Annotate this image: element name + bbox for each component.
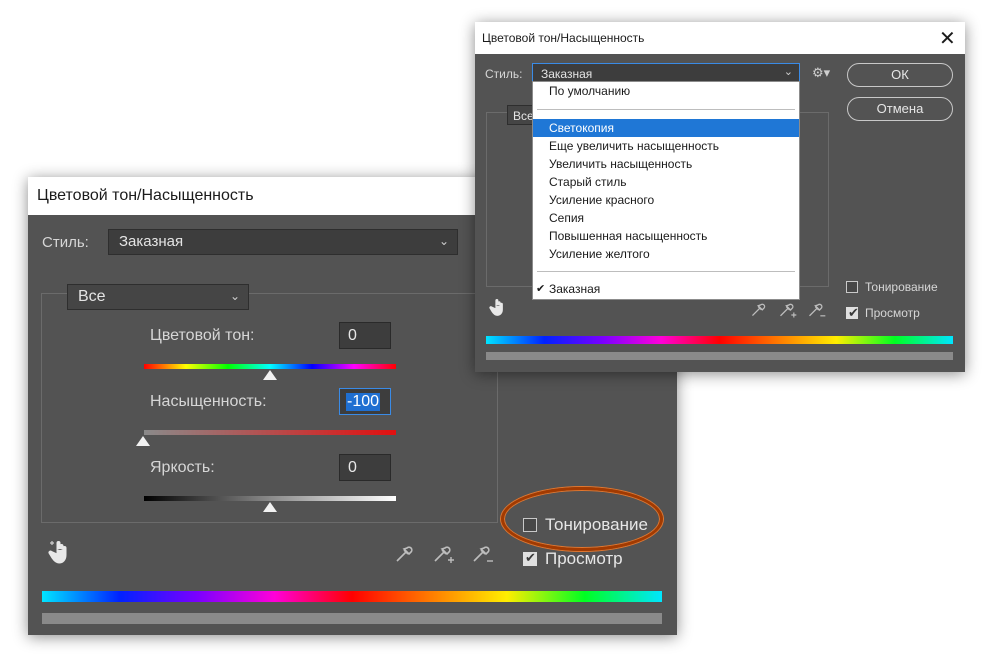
eyedropper-plus-icon[interactable] <box>432 542 456 566</box>
cancel-button[interactable]: Отмена <box>847 97 953 121</box>
dropdown-item-preset[interactable]: Усиление желтого <box>533 245 799 263</box>
back-style-select[interactable]: Заказная ⌄ <box>108 229 458 255</box>
back-style-label: Стиль: <box>42 234 89 251</box>
ok-button-label: ОК <box>891 67 909 82</box>
front-dialog: Цветовой тон/Насыщенность ✕ Стиль: Заказ… <box>475 22 965 372</box>
colorize-highlight-ring <box>501 487 663 551</box>
eyedropper-minus-icon[interactable] <box>807 300 827 320</box>
lightness-value: 0 <box>348 459 357 476</box>
dropdown-item-preset[interactable]: Еще увеличить насыщенность <box>533 137 799 155</box>
front-dialog-title: Цветовой тон/Насыщенность <box>482 31 645 45</box>
chevron-down-icon: ⌄ <box>438 234 449 248</box>
chevron-down-icon: ⌄ <box>783 66 793 78</box>
front-style-label: Стиль: <box>485 67 523 81</box>
saturation-value: -100 <box>346 393 381 411</box>
close-icon[interactable]: ✕ <box>939 26 956 51</box>
lightness-input[interactable]: 0 <box>339 454 391 481</box>
dropdown-item-preset[interactable]: Увеличить насыщенность <box>533 155 799 173</box>
dropdown-separator <box>537 271 795 272</box>
hue-value: 0 <box>348 327 357 344</box>
saturation-input[interactable]: -100 <box>339 388 391 415</box>
hue-label: Цветовой тон: <box>150 327 255 344</box>
dropdown-item-default[interactable]: По умолчанию <box>533 82 799 100</box>
front-style-value: Заказная <box>541 67 593 81</box>
front-result-bar <box>486 352 953 360</box>
eyedropper-plus-icon[interactable] <box>778 300 798 320</box>
hue-slider-track[interactable] <box>144 364 396 369</box>
hand-target-icon[interactable] <box>48 540 72 566</box>
dropdown-item-preset[interactable]: Сепия <box>533 209 799 227</box>
dropdown-item-preset[interactable]: Повышенная насыщенность <box>533 227 799 245</box>
back-adjust-group <box>41 293 498 523</box>
back-preview-label[interactable]: Просмотр <box>545 549 623 569</box>
back-preview-checkbox[interactable] <box>523 550 537 566</box>
saturation-slider-track[interactable] <box>144 430 396 435</box>
front-spectrum-bar <box>486 336 953 344</box>
dropdown-item-preset[interactable]: Усиление красного <box>533 191 799 209</box>
saturation-slider-thumb[interactable] <box>136 436 150 446</box>
front-preview-label[interactable]: Просмотр <box>865 306 920 320</box>
hue-input[interactable]: 0 <box>339 322 391 349</box>
back-spectrum-bar <box>42 591 662 602</box>
lightness-slider-track[interactable] <box>144 496 396 501</box>
dropdown-item-preset[interactable]: Старый стиль <box>533 173 799 191</box>
front-preview-checkbox[interactable] <box>846 305 859 321</box>
saturation-label: Насыщенность: <box>150 393 267 410</box>
back-result-bar <box>42 613 662 624</box>
gear-icon[interactable]: ⚙▾ <box>812 65 830 81</box>
front-dialog-titlebar: Цветовой тон/Насыщенность ✕ <box>475 22 965 54</box>
eyedropper-icon[interactable] <box>750 300 768 318</box>
hand-target-icon[interactable] <box>489 298 507 318</box>
lightness-label: Яркость: <box>150 459 215 476</box>
hue-slider-thumb[interactable] <box>263 370 277 380</box>
back-channel-select[interactable]: Все ⌄ <box>67 284 249 310</box>
cancel-button-label: Отмена <box>876 101 924 116</box>
lightness-slider-thumb[interactable] <box>263 502 277 512</box>
dropdown-separator <box>537 109 795 110</box>
front-colorize-checkbox[interactable] <box>846 281 858 293</box>
back-style-value: Заказная <box>119 233 184 250</box>
dropdown-item-custom[interactable]: Заказная <box>533 280 799 298</box>
dropdown-item-preset[interactable]: Светокопия <box>533 119 799 137</box>
front-colorize-label[interactable]: Тонирование <box>865 280 938 294</box>
back-dialog-title: Цветовой тон/Насыщенность <box>37 187 254 204</box>
ok-button[interactable]: ОК <box>847 63 953 87</box>
front-style-select[interactable]: Заказная ⌄ <box>532 63 800 83</box>
chevron-down-icon: ⌄ <box>229 289 240 303</box>
style-dropdown-menu: По умолчанию Светокопия Еще увеличить на… <box>532 81 800 300</box>
eyedropper-icon[interactable] <box>394 542 416 564</box>
back-channel-value: Все <box>78 288 106 305</box>
front-channel-value: Все <box>513 109 534 123</box>
eyedropper-minus-icon[interactable] <box>471 542 495 566</box>
